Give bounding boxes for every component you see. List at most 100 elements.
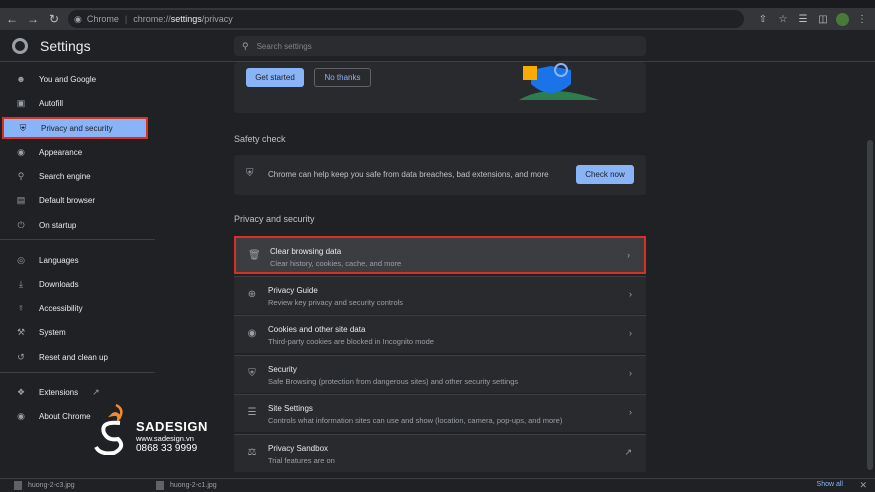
search-icon: ⚲ [242, 40, 249, 51]
compass-icon: ⊕ [247, 289, 257, 300]
reload-icon[interactable]: ↻ [45, 10, 63, 28]
share-icon[interactable]: ⇧ [756, 10, 770, 28]
trash-icon: 🗑 [248, 250, 261, 261]
watermark-brand: SADESIGN [136, 419, 208, 434]
sidebar-item-system[interactable]: ⚒ System [0, 321, 148, 343]
privacy-sandbox-row[interactable]: ⚖ Privacy Sandbox Trial features are on … [234, 434, 646, 472]
clear-browsing-data-row[interactable]: 🗑 Clear browsing data Clear history, coo… [234, 236, 646, 274]
row-subtitle: Controls what information sites can use … [268, 416, 563, 425]
row-title: Site Settings [268, 404, 313, 413]
no-thanks-button[interactable]: No thanks [314, 68, 371, 87]
sidebar-item-label: Privacy and security [41, 123, 113, 133]
address-brand: Chrome [86, 14, 119, 24]
site-settings-row[interactable]: ☰ Site Settings Controls what informatio… [234, 394, 646, 432]
scrollbar[interactable] [867, 140, 873, 470]
watermark: SADESIGN www.sadesign.vn 0868 33 9999 [94, 397, 214, 459]
person-icon: ☻ [16, 74, 26, 84]
sidebar-item-label: About Chrome [39, 411, 91, 421]
sidebar-item-label: You and Google [39, 74, 97, 84]
privacy-section-title: Privacy and security [234, 214, 315, 224]
sidebar-divider [0, 239, 155, 240]
sidebar-item-search-engine[interactable]: ⚲ Search engine [0, 165, 148, 187]
download-icon: ⤓ [19, 278, 23, 289]
shield-icon: ⛨ [19, 122, 27, 133]
sadesign-logo-icon [94, 403, 124, 455]
sliders-icon: ☰ [247, 407, 257, 418]
sidebar-item-label: Extensions [39, 387, 79, 397]
menu-kebab-icon[interactable]: ⋮ [855, 10, 869, 28]
shield-icon: ⛨ [248, 368, 256, 379]
reset-icon: ↺ [17, 351, 25, 362]
row-title: Privacy Guide [268, 286, 318, 295]
sidebar-item-appearance[interactable]: ◉ Appearance [0, 141, 148, 163]
chevron-right-icon: › [629, 368, 632, 378]
sidebar-item-accessibility[interactable]: ☿ Accessibility [0, 297, 148, 319]
sidebar-item-label: System [39, 327, 66, 337]
download-filename: huong-2-c3.jpg [28, 482, 75, 489]
wrench-icon: ⚒ [16, 326, 26, 337]
row-title: Security [268, 365, 297, 374]
chevron-right-icon: › [629, 328, 632, 338]
power-icon: ⏻ [17, 219, 25, 230]
row-title: Cookies and other site data [268, 325, 366, 334]
get-started-button[interactable]: Get started [246, 68, 304, 87]
globe-icon: ◎ [17, 254, 25, 265]
row-subtitle: Review key privacy and security controls [268, 298, 404, 307]
cookie-icon: ◉ [247, 328, 257, 339]
back-arrow-icon[interactable]: ← [3, 10, 21, 28]
safety-check-card: ⛨ Chrome can help keep you safe from dat… [234, 155, 646, 195]
sidebar-item-autofill[interactable]: ▣ Autofill [0, 92, 148, 114]
sidebar-item-label: Languages [39, 255, 79, 265]
file-icon [156, 481, 164, 490]
forward-arrow-icon[interactable]: → [24, 10, 42, 28]
sidebar-item-label: On startup [39, 220, 77, 230]
row-subtitle: Safe Browsing (protection from dangerous… [268, 377, 519, 386]
site-info-icon[interactable]: ◉ [74, 14, 82, 25]
chrome-logo-icon [12, 38, 28, 54]
sidebar-item-privacy-and-security[interactable]: ⛨ Privacy and security [2, 117, 148, 139]
sidebar-item-label: Autofill [39, 98, 64, 108]
flask-icon: ⚖ [247, 447, 257, 458]
profile-avatar[interactable] [836, 12, 849, 26]
download-filename: huong-2-c1.jpg [170, 482, 217, 489]
cookies-row[interactable]: ◉ Cookies and other site data Third-part… [234, 315, 646, 353]
safety-check-title: Safety check [234, 134, 286, 144]
sidebar-item-reset-and-clean-up[interactable]: ↺ Reset and clean up [0, 346, 148, 368]
sidebar-item-languages[interactable]: ◎ Languages [0, 249, 148, 271]
security-row[interactable]: ⛨ Security Safe Browsing (protection fro… [234, 355, 646, 393]
sidebar-item-default-browser[interactable]: ▤ Default browser [0, 189, 148, 211]
privacy-guide-row[interactable]: ⊕ Privacy Guide Review key privacy and s… [234, 276, 646, 314]
search-icon: ⚲ [17, 170, 25, 181]
address-bar[interactable]: ◉ Chrome | chrome:// settings /privacy [68, 10, 744, 28]
side-panel-icon[interactable]: ◫ [816, 10, 830, 28]
sidebar-item-label: Search engine [39, 171, 91, 181]
sidebar-item-on-startup[interactable]: ⏻ On startup [0, 214, 148, 236]
download-item[interactable]: huong-2-c1.jpg [156, 481, 217, 490]
row-subtitle: Trial features are on [268, 456, 335, 465]
browser-toolbar: ← → ↻ ◉ Chrome | chrome:// settings /pri… [0, 8, 875, 30]
sidebar-item-label: Default browser [39, 195, 96, 205]
search-settings-input[interactable]: ⚲ Search settings [234, 36, 646, 56]
address-subpath: /privacy [201, 14, 233, 24]
safety-check-text: Chrome can help keep you safe from data … [268, 170, 549, 179]
reading-list-icon[interactable]: ☰ [796, 10, 810, 28]
show-all-button[interactable]: Show all [817, 481, 843, 488]
close-icon[interactable]: ✕ [859, 480, 867, 491]
chevron-right-icon: › [627, 250, 630, 260]
address-separator: | [124, 14, 128, 24]
search-placeholder: Search settings [256, 41, 312, 51]
sidebar-item-downloads[interactable]: ⤓ Downloads [0, 273, 148, 295]
address-host: chrome:// [133, 14, 171, 24]
download-item[interactable]: huong-2-c3.jpg [14, 481, 75, 490]
external-link-icon: ↗ [624, 447, 632, 457]
sidebar-item-label: Downloads [39, 279, 79, 289]
browser-icon: ▤ [16, 194, 26, 205]
sidebar-item-you-and-google[interactable]: ☻ You and Google [0, 68, 148, 90]
accessibility-icon: ☿ [17, 303, 25, 313]
row-title: Clear browsing data [270, 247, 342, 256]
bookmark-star-icon[interactable]: ☆ [776, 10, 790, 28]
promo-illustration-icon [519, 63, 599, 100]
chevron-right-icon: › [629, 407, 632, 417]
page-title: Settings [40, 38, 91, 54]
check-now-button[interactable]: Check now [576, 165, 634, 184]
